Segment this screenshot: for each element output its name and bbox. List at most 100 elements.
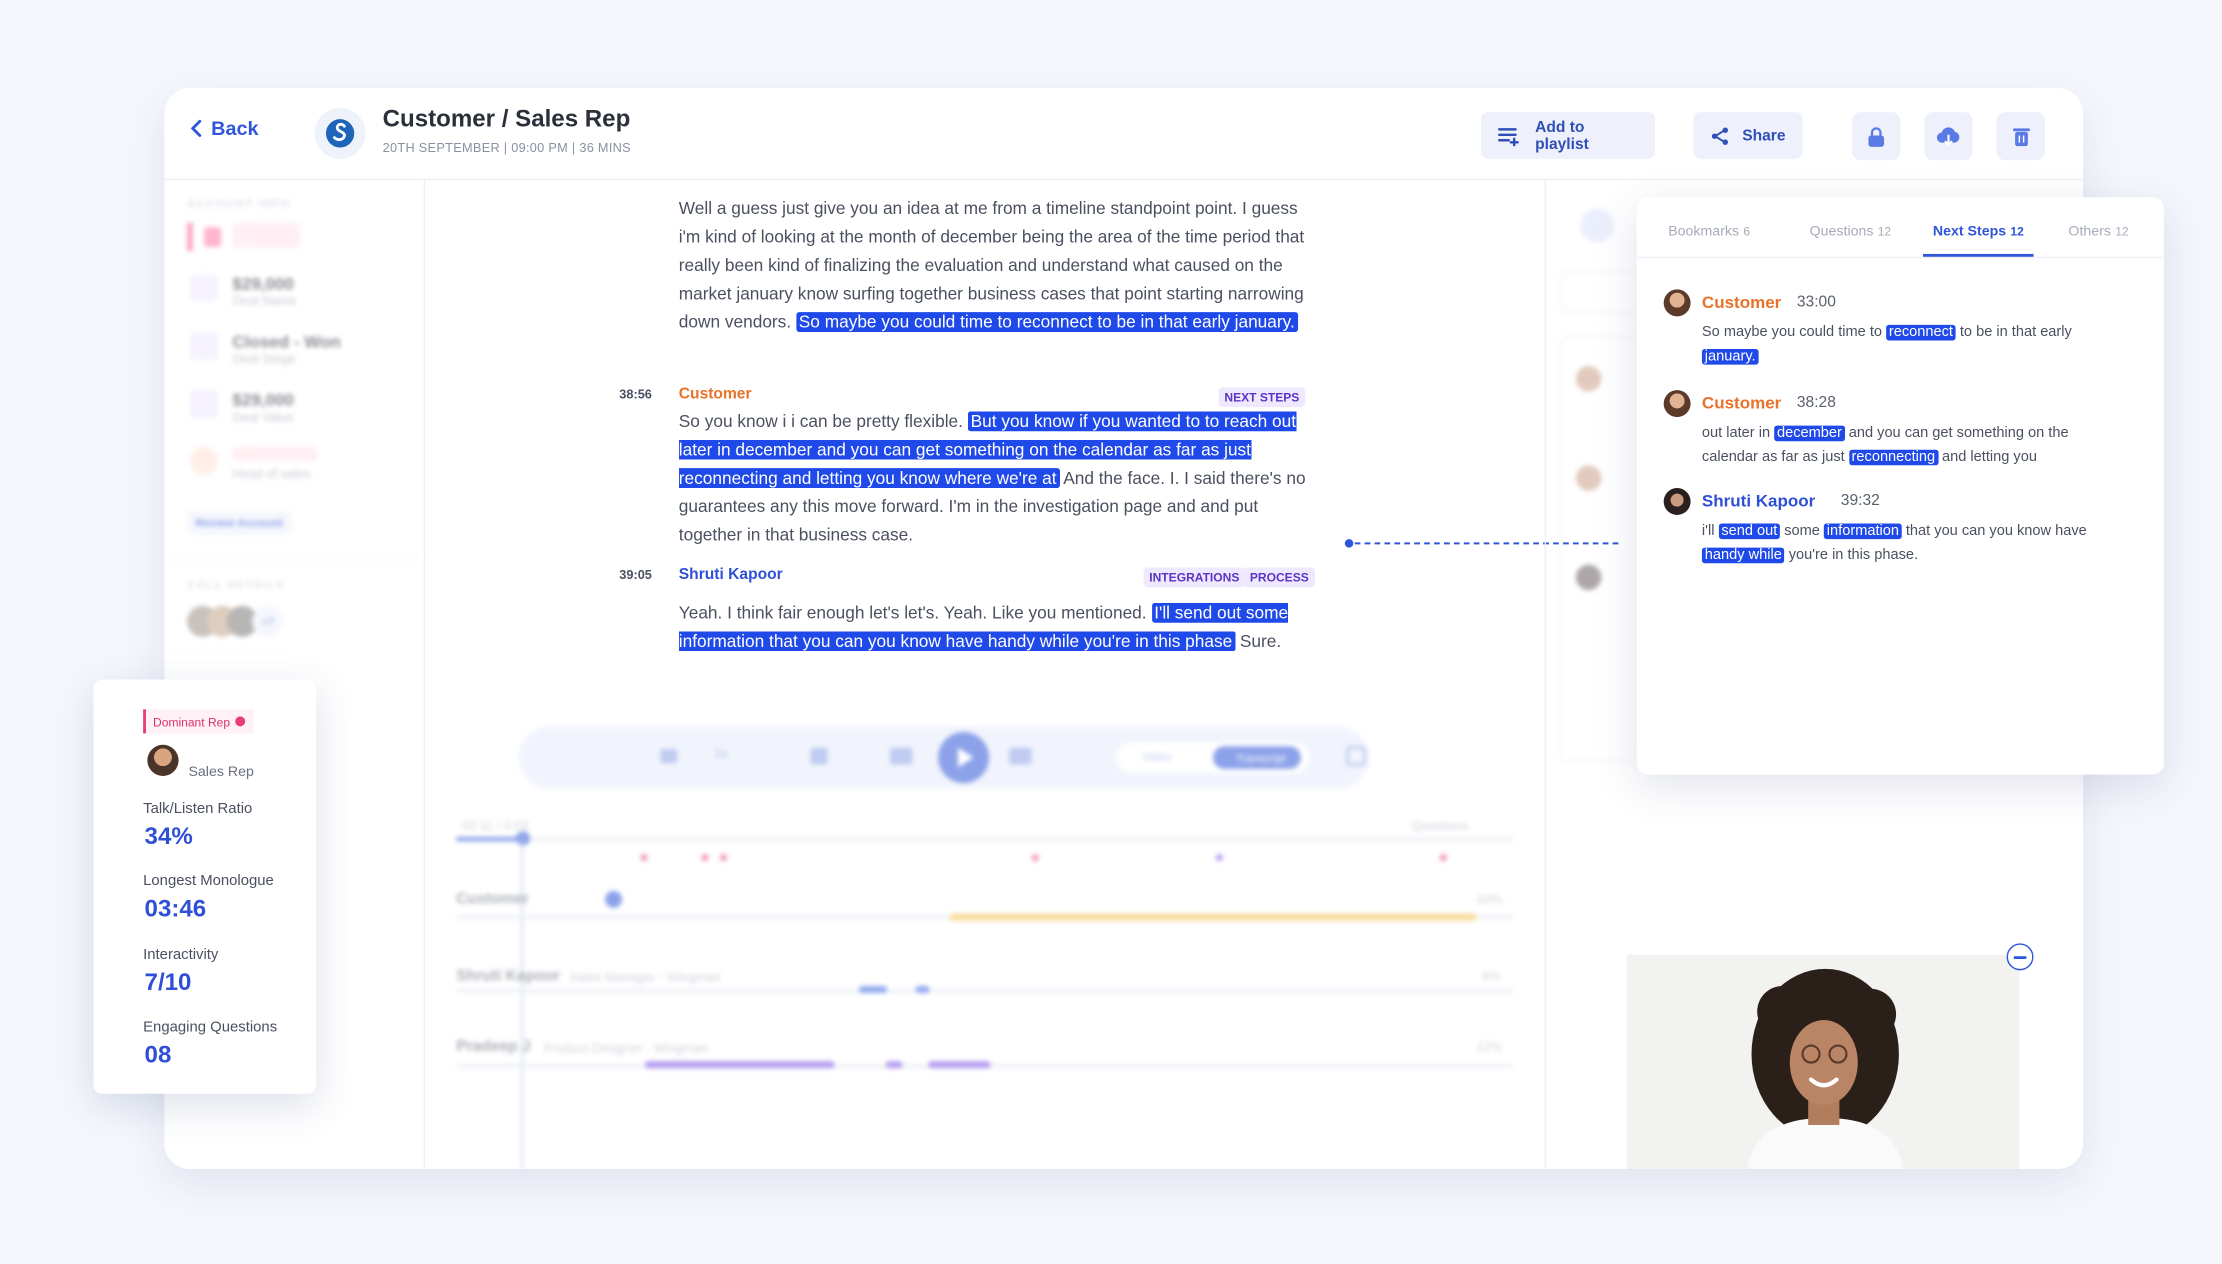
call-meta: 20TH SEPTEMBER | 09:00 PM | 36 MINS	[382, 140, 631, 155]
captions-icon[interactable]	[660, 749, 678, 764]
stat-label: Engaging Questions	[143, 1018, 278, 1036]
entry-time[interactable]: 33:00	[1797, 294, 1836, 311]
stage-icon	[189, 331, 219, 361]
view-toggle[interactable]: Video Transcript	[1116, 741, 1310, 774]
avatar	[1663, 488, 1691, 515]
participants-avatars[interactable]: +7	[187, 605, 284, 637]
header-bar: Back Customer / Sales Rep 20TH SEPTEMBER…	[164, 88, 2084, 181]
next-steps-tag[interactable]: NEXT STEPS	[1218, 387, 1306, 408]
track-shruti-role: Sales Manager - Wingman	[569, 970, 721, 985]
deal-name-row: $29,000 Deal Name	[189, 273, 296, 308]
entry-speaker: Customer	[1701, 292, 1782, 313]
playback-time: 02:11 / 4:03	[461, 818, 529, 833]
stat-value: 34%	[144, 822, 193, 850]
share-button[interactable]: Share	[1693, 112, 1803, 159]
entry-time[interactable]: 39:32	[1841, 492, 1880, 509]
entry-text[interactable]: out later in december and you can get so…	[1702, 421, 2127, 469]
list-box	[1560, 336, 1646, 762]
progress-fill	[456, 836, 522, 842]
timestamp[interactable]: 39:05	[619, 567, 652, 581]
tab-others[interactable]: Others 12	[2033, 197, 2164, 257]
scrubber-handle[interactable]	[515, 831, 530, 846]
track-shruti-pct: 6%	[1482, 968, 1501, 984]
marker[interactable]	[1031, 854, 1039, 862]
transcript-text: So you know i i can be pretty flexible.	[678, 411, 963, 432]
track-pradeep-pct: 12%	[1476, 1039, 1503, 1055]
more-participants: +7	[252, 605, 284, 637]
avatar	[1663, 289, 1691, 317]
fullscreen-icon[interactable]	[1346, 746, 1367, 767]
back-button[interactable]: Back	[190, 116, 259, 139]
entry-time[interactable]: 38:28	[1797, 394, 1836, 411]
minimize-video-button[interactable]	[2006, 943, 2034, 971]
volume-icon[interactable]	[810, 747, 828, 765]
track-customer-name: Customer	[456, 890, 530, 908]
stat-value: 03:46	[144, 895, 207, 923]
play-button[interactable]	[938, 732, 990, 784]
transcript-toggle-option[interactable]: Transcript	[1213, 746, 1301, 769]
flag-icon	[204, 226, 222, 247]
deal-icon	[189, 273, 219, 303]
share-icon	[1711, 126, 1729, 145]
progress-track[interactable]	[456, 836, 1514, 842]
marker[interactable]	[1439, 854, 1447, 862]
stat-value: 7/10	[144, 968, 192, 996]
avatar	[147, 744, 179, 776]
video-preview[interactable]	[1626, 954, 2020, 1169]
stat-value: 08	[144, 1041, 172, 1069]
page-title: Customer / Sales Rep	[382, 104, 631, 132]
talk-segment[interactable]	[885, 1061, 903, 1069]
stage: Back Customer / Sales Rep 20TH SEPTEMBER…	[0, 0, 2222, 1264]
entry-text[interactable]: i'll send out some information that you …	[1701, 519, 2127, 567]
transcript-block-1: Well a guess just give you an idea at me…	[679, 194, 1312, 336]
play-track-icon[interactable]	[605, 890, 623, 908]
player-controls: 1x Video Transcript	[518, 726, 1369, 789]
talk-segment[interactable]	[949, 913, 1477, 921]
marker[interactable]	[701, 854, 709, 862]
delete-button[interactable]	[1996, 112, 2045, 161]
video-toggle-option[interactable]: Video	[1142, 750, 1171, 763]
rewind-icon[interactable]	[889, 747, 913, 765]
marker[interactable]	[1215, 854, 1223, 862]
forward-icon[interactable]	[1008, 747, 1032, 765]
talk-segment[interactable]	[915, 985, 930, 994]
track-pradeep-name: Pradeep J	[456, 1038, 531, 1056]
tab-questions[interactable]: Questions 12	[1782, 197, 1920, 257]
entry-speaker: Shruti Kapoor	[1701, 490, 1816, 511]
marker[interactable]	[640, 854, 648, 862]
track-shruti-name: Shruti Kapoor	[456, 967, 561, 985]
rep-role: Sales Rep	[188, 764, 254, 781]
lock-icon	[1868, 126, 1885, 147]
dominant-rep-badge: Dominant Rep	[143, 709, 255, 734]
talk-segment[interactable]	[644, 1061, 835, 1069]
stat-label: Longest Monologue	[143, 872, 274, 890]
questions-filter[interactable]: Questions	[1411, 819, 1468, 833]
search-box[interactable]	[1560, 270, 1646, 314]
panel-icon	[1580, 208, 1615, 243]
trash-icon	[2012, 127, 2030, 146]
panel-tabs: Bookmarks 6 Questions 12 Next Steps 12 Othe…	[1636, 197, 2164, 259]
transcript-block-3: Yeah. I think fair enough let's let's. Y…	[678, 599, 1312, 656]
integrations-tag[interactable]: INTEGRATIONS	[1143, 567, 1246, 588]
lock-button[interactable]	[1852, 112, 1901, 161]
process-tag[interactable]: PROCESS	[1244, 567, 1315, 588]
stat-label: Interactivity	[143, 946, 219, 964]
transcript-highlight[interactable]: So maybe you could time to reconnect to …	[795, 312, 1298, 332]
timestamp[interactable]: 38:56	[619, 387, 652, 401]
talk-segment[interactable]	[858, 985, 888, 994]
tab-next-steps[interactable]: Next Steps 12	[1923, 197, 2034, 257]
speaker-name: Shruti Kapoor	[678, 566, 783, 584]
tab-bookmarks[interactable]: Bookmarks 6	[1637, 197, 1782, 257]
track-customer-pct: 42%	[1476, 892, 1503, 907]
talk-segment[interactable]	[928, 1061, 991, 1069]
entry-text[interactable]: So maybe you could time to reconnect to …	[1701, 321, 2127, 369]
entry-speaker: Customer	[1701, 392, 1782, 413]
add-to-playlist-button[interactable]: Add to playlist	[1480, 112, 1656, 159]
app-logo	[314, 107, 366, 159]
marker[interactable]	[719, 854, 727, 862]
speed-control[interactable]: 1x	[714, 746, 727, 760]
transcript-text: Yeah. I think fair enough let's let's. Y…	[678, 602, 1147, 623]
cloud-download-button[interactable]	[1924, 112, 1973, 161]
speaker-name: Customer	[678, 385, 752, 403]
review-account-button[interactable]: Review Account	[187, 510, 292, 535]
